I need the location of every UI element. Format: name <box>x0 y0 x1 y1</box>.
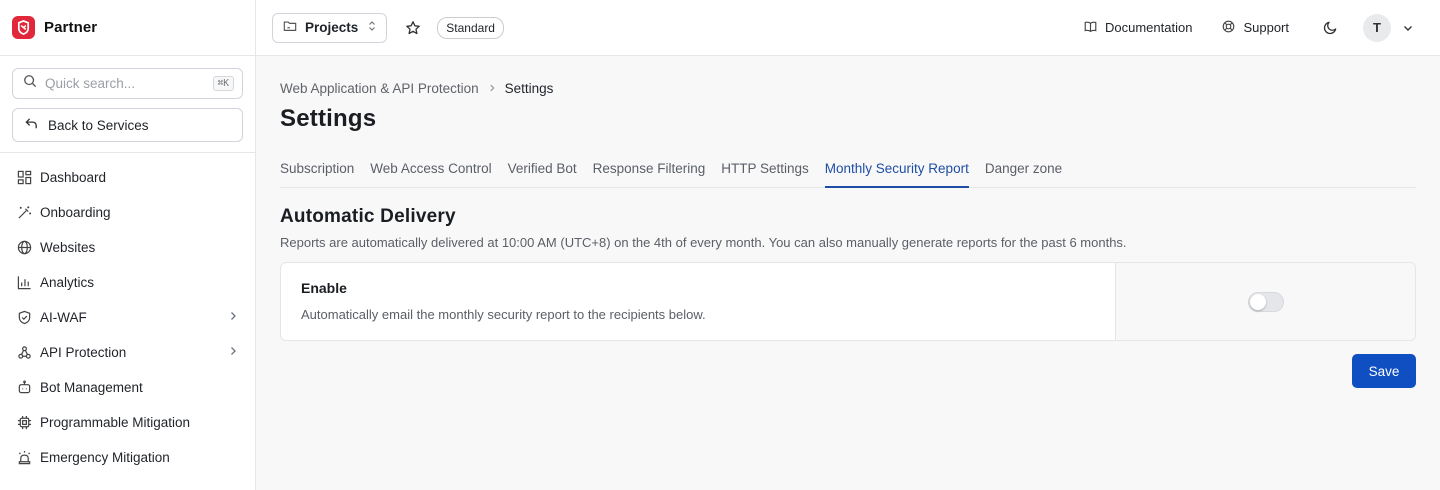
section-description: Reports are automatically delivered at 1… <box>280 235 1127 250</box>
folder-icon <box>283 19 297 36</box>
sidebar-item-label: Onboarding <box>40 205 111 220</box>
sidebar-item-programmable-mitigation[interactable]: Programmable Mitigation <box>0 405 255 440</box>
project-selector[interactable]: Projects <box>272 12 388 43</box>
chevron-right-icon <box>487 81 497 96</box>
sidebar-nav: Dashboard Onboarding Websites Analytics … <box>0 153 255 475</box>
sidebar: Partner Quick search... ⌘K Back to Servi… <box>0 0 256 490</box>
enable-description: Automatically email the monthly security… <box>301 307 706 322</box>
sidebar-item-analytics[interactable]: Analytics <box>0 265 255 300</box>
main-content: Web Application & API Protection Setting… <box>256 56 1440 490</box>
sidebar-item-api-protection[interactable]: API Protection <box>0 335 255 370</box>
siren-icon <box>16 450 32 466</box>
chip-icon <box>16 415 32 431</box>
tab-web-access-control[interactable]: Web Access Control <box>370 154 491 187</box>
chevron-down-icon[interactable] <box>1402 22 1414 34</box>
settings-tabs: Subscription Web Access Control Verified… <box>280 154 1416 188</box>
top-header: Projects Standard Documentation Support … <box>256 0 1440 56</box>
bar-chart-icon <box>16 275 32 291</box>
tab-danger-zone[interactable]: Danger zone <box>985 154 1062 187</box>
search-shortcut: ⌘K <box>212 76 234 91</box>
sidebar-item-onboarding[interactable]: Onboarding <box>0 195 255 230</box>
sidebar-item-ai-waf[interactable]: AI-WAF <box>0 300 255 335</box>
documentation-link[interactable]: Documentation <box>1084 20 1192 36</box>
chevron-up-down-icon <box>367 20 377 35</box>
sidebar-item-label: Dashboard <box>40 170 107 185</box>
breadcrumb-current: Settings <box>504 81 554 96</box>
quick-search-input[interactable]: Quick search... ⌘K <box>12 68 243 99</box>
back-to-services-label: Back to Services <box>48 117 149 133</box>
sidebar-item-label: Programmable Mitigation <box>40 415 191 430</box>
support-link[interactable]: Support <box>1222 20 1289 36</box>
sidebar-item-label: API Protection <box>40 345 127 360</box>
chevron-right-icon <box>227 310 239 325</box>
sidebar-item-label: AI-WAF <box>40 310 87 325</box>
section-title: Automatic Delivery <box>280 206 456 227</box>
webhook-icon <box>16 345 32 361</box>
life-buoy-icon <box>1222 20 1243 36</box>
avatar[interactable]: T <box>1363 13 1391 42</box>
enable-toggle[interactable] <box>1247 291 1284 312</box>
toggle-knob <box>1249 293 1266 310</box>
sidebar-item-bot-management[interactable]: Bot Management <box>0 370 255 405</box>
sidebar-item-dashboard[interactable]: Dashboard <box>0 160 255 195</box>
project-selector-label: Projects <box>305 20 359 35</box>
sidebar-item-label: Websites <box>40 240 96 255</box>
brand-logo-icon <box>12 16 35 39</box>
moon-icon[interactable] <box>1323 20 1338 35</box>
enable-delivery-card: Enable Automatically email the monthly s… <box>280 262 1416 341</box>
sidebar-item-label: Analytics <box>40 275 95 290</box>
favorite-star-icon[interactable] <box>405 20 421 36</box>
sidebar-item-label: Emergency Mitigation <box>40 450 170 465</box>
search-icon <box>23 74 37 93</box>
breadcrumb-parent-link[interactable]: Web Application & API Protection <box>280 81 479 96</box>
plan-badge: Standard <box>437 16 504 39</box>
dashboard-icon <box>16 170 32 186</box>
shield-check-icon <box>16 310 32 326</box>
tab-monthly-security-report[interactable]: Monthly Security Report <box>824 154 969 188</box>
brand[interactable]: Partner <box>0 0 255 56</box>
page-title: Settings <box>280 105 377 132</box>
enable-label: Enable <box>301 280 347 296</box>
tab-http-settings[interactable]: HTTP Settings <box>721 154 809 187</box>
magic-wand-icon <box>16 205 32 221</box>
sidebar-item-emergency-mitigation[interactable]: Emergency Mitigation <box>0 440 255 475</box>
tab-subscription[interactable]: Subscription <box>280 154 354 187</box>
documentation-label: Documentation <box>1105 20 1193 35</box>
save-button[interactable]: Save <box>1352 354 1416 388</box>
book-open-icon <box>1084 20 1105 36</box>
undo-arrow-icon <box>24 116 48 134</box>
support-label: Support <box>1243 20 1289 35</box>
tab-verified-bot[interactable]: Verified Bot <box>508 154 577 187</box>
sidebar-item-label: Bot Management <box>40 380 143 395</box>
sidebar-item-websites[interactable]: Websites <box>0 230 255 265</box>
search-placeholder: Quick search... <box>45 76 136 91</box>
chevron-right-icon <box>227 345 239 360</box>
bot-icon <box>16 380 32 396</box>
brand-name: Partner <box>44 19 98 36</box>
globe-icon <box>16 240 32 256</box>
breadcrumb: Web Application & API Protection Setting… <box>280 81 1416 96</box>
back-to-services-button[interactable]: Back to Services <box>12 108 243 142</box>
tab-response-filtering[interactable]: Response Filtering <box>593 154 706 187</box>
